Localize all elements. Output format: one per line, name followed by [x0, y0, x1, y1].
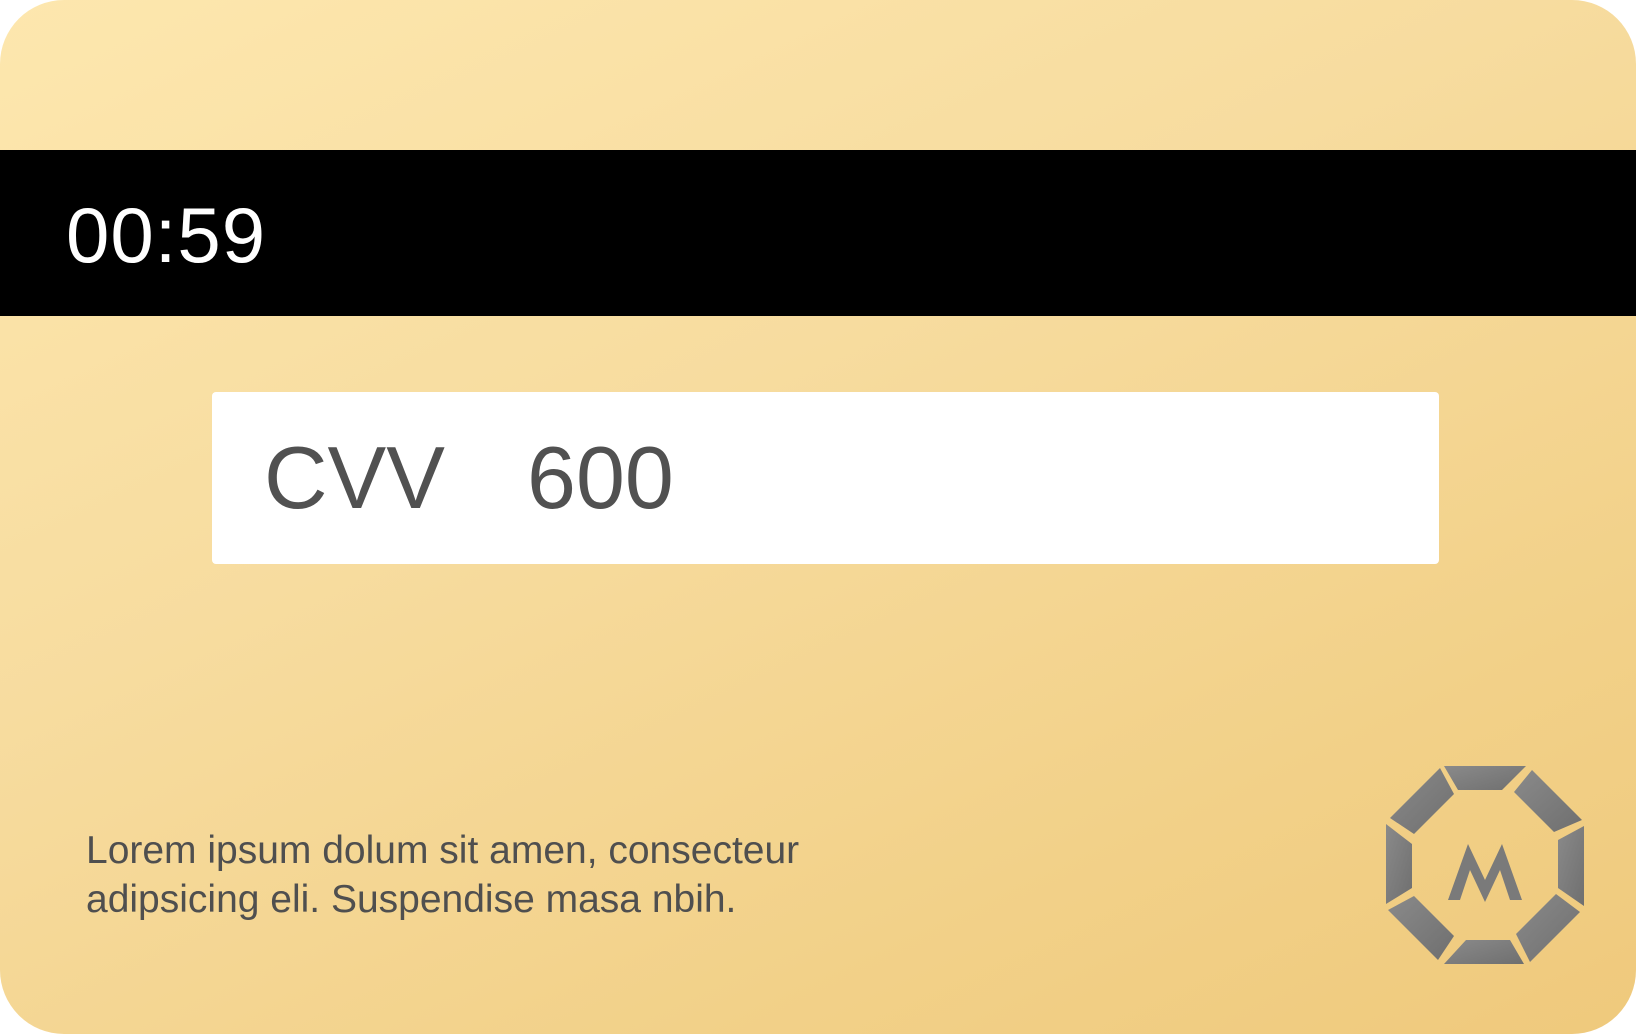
- card-disclaimer: Lorem ipsum dolum sit amen, consecteur a…: [86, 826, 986, 924]
- disclaimer-line-2: adipsicing eli. Suspendise masa nbih.: [86, 878, 737, 921]
- card-back: 00:59 CVV 600 Lorem ipsum dolum sit amen…: [0, 0, 1636, 1034]
- logo-mark: [1386, 766, 1584, 964]
- cvv-value: 600: [527, 428, 674, 527]
- octagon-m-logo-icon: [1382, 762, 1588, 968]
- countdown-timer: 00:59: [66, 191, 267, 279]
- cvv-panel: CVV 600: [212, 392, 1439, 564]
- cvv-label: CVV: [264, 428, 445, 527]
- disclaimer-line-1: Lorem ipsum dolum sit amen, consecteur: [86, 829, 800, 872]
